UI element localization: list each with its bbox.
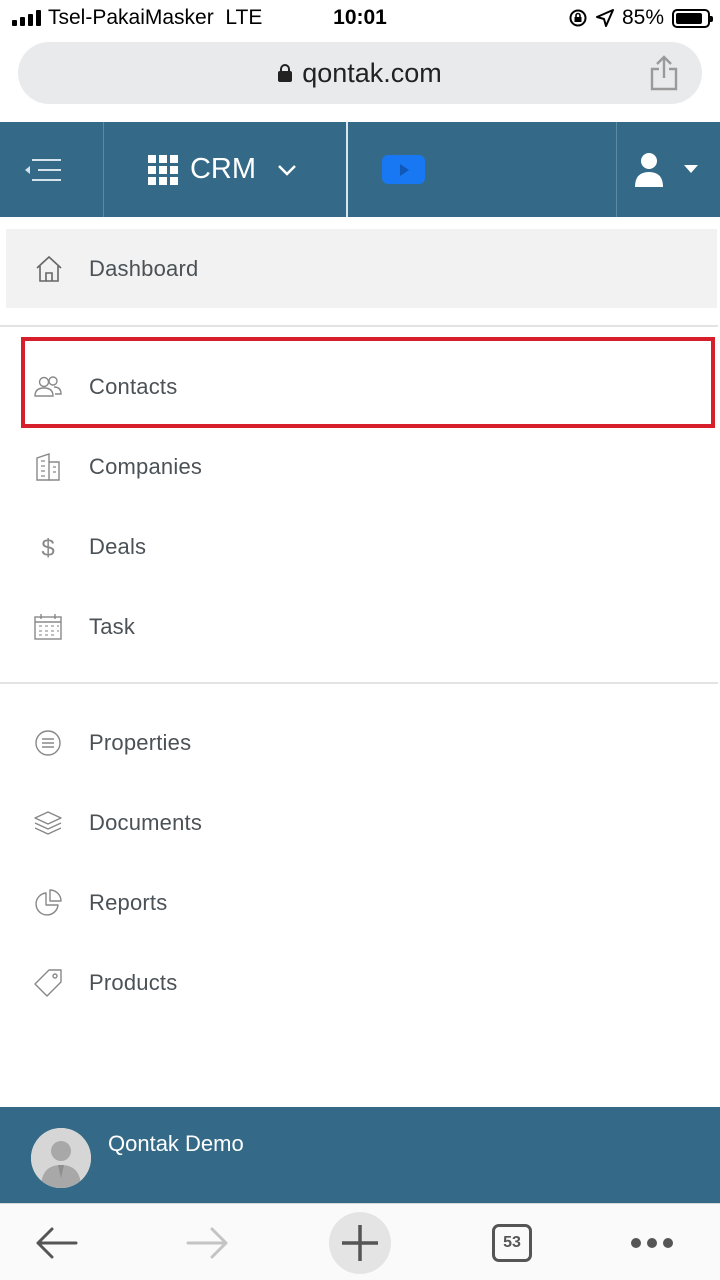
status-right: 85%: [568, 6, 713, 30]
list-circle-icon: [35, 730, 61, 756]
browser-address-area: qontak.com: [0, 38, 720, 122]
tag-icon: [34, 969, 62, 997]
home-icon: [36, 255, 62, 282]
users-icon: [34, 376, 62, 397]
share-icon[interactable]: [648, 54, 680, 92]
sidebar-item-reports[interactable]: Reports: [0, 863, 720, 943]
sidebar-item-label: Dashboard: [89, 255, 199, 281]
video-tutorial-button[interactable]: [382, 155, 425, 184]
user-icon: [635, 153, 663, 187]
browser-toolbar: 53: [0, 1203, 720, 1280]
sidebar-item-documents[interactable]: Documents: [0, 783, 720, 863]
sidebar-item-label: Contacts: [89, 374, 178, 399]
app-header: CRM: [0, 122, 720, 217]
battery-percent: 85%: [621, 6, 664, 29]
more-menu-button[interactable]: [622, 1204, 682, 1280]
plus-icon: [342, 1224, 378, 1261]
sidebar-item-label: Deals: [89, 534, 147, 559]
user-profile-footer[interactable]: Qontak Demo: [0, 1107, 720, 1203]
apps-grid-icon: [147, 154, 178, 185]
status-bar: Tsel-PakaiMasker LTE 10:01 85%: [0, 0, 720, 38]
address-bar[interactable]: qontak.com: [18, 42, 702, 104]
sidebar-item-label: Reports: [89, 890, 168, 915]
sidebar-item-label: Properties: [89, 730, 192, 755]
sidebar-item-properties[interactable]: Properties: [0, 703, 720, 783]
lock-icon: [278, 64, 293, 82]
new-tab-button[interactable]: [328, 1204, 392, 1280]
calendar-icon: [34, 614, 62, 640]
app-switcher-dropdown[interactable]: CRM: [104, 122, 346, 217]
collapse-menu-icon: [25, 159, 61, 181]
dollar-icon: $: [41, 535, 54, 562]
sidebar-item-contacts[interactable]: Contacts: [0, 347, 720, 427]
default-avatar-icon: [31, 1128, 91, 1188]
forward-button[interactable]: [178, 1204, 238, 1280]
battery-icon: [672, 8, 713, 28]
rotation-lock-icon: [569, 9, 587, 27]
layers-icon: [34, 811, 62, 835]
sidebar-item-companies[interactable]: Companies: [0, 427, 720, 507]
tab-count: 53: [492, 1223, 532, 1262]
sidebar-item-label: Products: [89, 970, 178, 995]
header-divider: [346, 122, 348, 217]
sidebar-item-dashboard[interactable]: Dashboard: [6, 229, 717, 308]
back-button[interactable]: [26, 1204, 86, 1280]
sidebar-toggle-button[interactable]: [0, 122, 103, 217]
pie-chart-icon: [35, 889, 62, 916]
sidebar-item-label: Task: [89, 614, 136, 639]
more-dots-icon: [631, 1237, 673, 1248]
app-switcher-label: CRM: [189, 153, 257, 185]
arrow-left-icon: [36, 1227, 78, 1258]
menu-divider: [0, 682, 718, 684]
avatar: [31, 1128, 91, 1188]
sidebar-item-label: Companies: [89, 454, 203, 479]
location-icon: [595, 9, 614, 27]
url-text: qontak.com: [302, 57, 442, 88]
user-name: Qontak Demo: [108, 1131, 244, 1156]
sidebar-item-deals[interactable]: $ Deals: [0, 507, 720, 587]
caret-down-icon: [684, 165, 698, 173]
header-divider: [616, 122, 617, 217]
sidebar-item-label: Documents: [89, 810, 203, 835]
sidebar-item-products[interactable]: Products: [0, 943, 720, 1023]
svg-text:$: $: [41, 535, 54, 562]
sidebar-item-task[interactable]: Task: [0, 587, 720, 667]
building-icon: [36, 453, 60, 481]
tabs-button[interactable]: 53: [490, 1204, 534, 1280]
user-menu-dropdown[interactable]: [618, 122, 720, 217]
arrow-right-icon: [186, 1227, 228, 1258]
chevron-down-icon: [278, 164, 296, 176]
menu-divider: [0, 325, 718, 327]
